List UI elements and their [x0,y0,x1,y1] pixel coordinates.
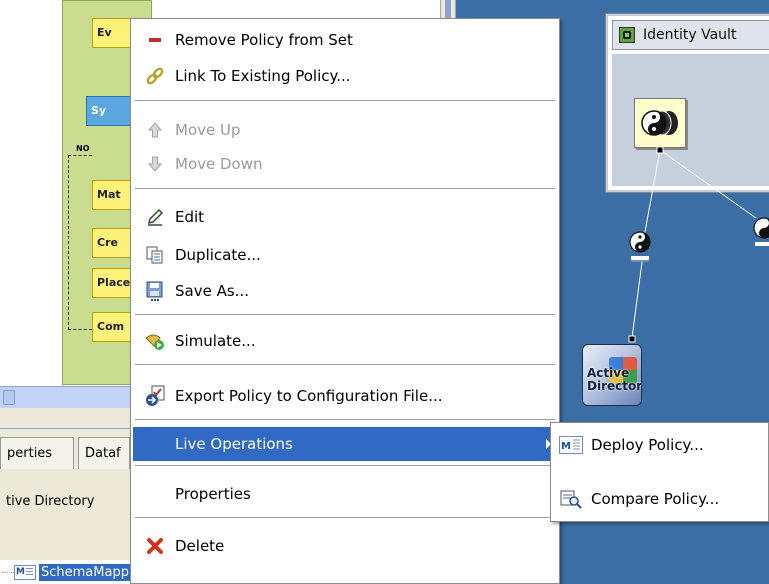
svg-text:M: M [561,441,571,452]
policy-context-menu: Remove Policy from Set Link To Existing … [130,18,560,584]
driver-yinyang-icon[interactable] [628,230,652,264]
tab-properties[interactable]: perties [0,437,74,469]
menu-item-live-operations[interactable]: Live Operations [133,427,557,461]
tree-connector [2,572,14,573]
arrow-up-icon [143,119,167,141]
flow-no-branch-line [68,155,92,330]
scrollbar-thumb[interactable] [3,390,15,405]
flow-no-label: NO [76,144,90,153]
driver-name-value: tive Directory [0,478,140,528]
arrow-down-icon [143,153,167,175]
menu-item-export-policy[interactable]: Export Policy to Configuration File... [133,379,557,413]
menu-item-edit[interactable]: Edit [133,200,557,234]
menu-item-remove-policy[interactable]: Remove Policy from Set [133,23,557,57]
floppy-disk-icon [143,280,167,302]
menu-separator [135,465,555,467]
remove-icon [143,29,167,51]
active-directory-label: Active Directory [587,366,642,393]
menu-separator [135,100,555,102]
live-operations-submenu: M Deploy Policy... Compare Policy... [550,422,769,522]
menu-item-move-up[interactable]: Move Up [133,113,557,147]
policy-me-icon: M [14,564,36,580]
menu-separator [135,364,555,366]
menu-separator [135,314,555,316]
menu-item-delete[interactable]: Delete [133,529,557,563]
submenu-item-compare-policy[interactable]: Compare Policy... [553,481,766,517]
menu-item-properties[interactable]: Properties [133,477,557,511]
menu-item-link-policy[interactable]: Link To Existing Policy... [133,59,557,93]
menu-separator [135,517,555,519]
menu-item-move-down[interactable]: Move Down [133,147,557,181]
menu-separator [135,419,555,421]
menu-item-save-as[interactable]: Save As... [133,274,557,308]
pencil-icon [143,206,167,228]
compare-icon [559,488,583,510]
link-chain-icon [143,65,167,87]
menu-item-simulate[interactable]: Simulate... [133,324,557,358]
tab-dataflow[interactable]: Dataf [78,437,130,469]
menu-separator [135,188,555,190]
submenu-item-deploy-policy[interactable]: M Deploy Policy... [553,427,766,463]
delete-x-icon [143,535,167,557]
menu-item-duplicate[interactable]: Duplicate... [133,238,557,272]
simulate-icon [143,330,167,352]
driver-yinyang-icon-2[interactable] [752,216,769,250]
active-directory-node[interactable]: Active Directory [582,344,642,406]
export-icon [143,385,167,407]
policy-me-icon: M [559,434,583,456]
duplicate-icon [143,244,167,266]
